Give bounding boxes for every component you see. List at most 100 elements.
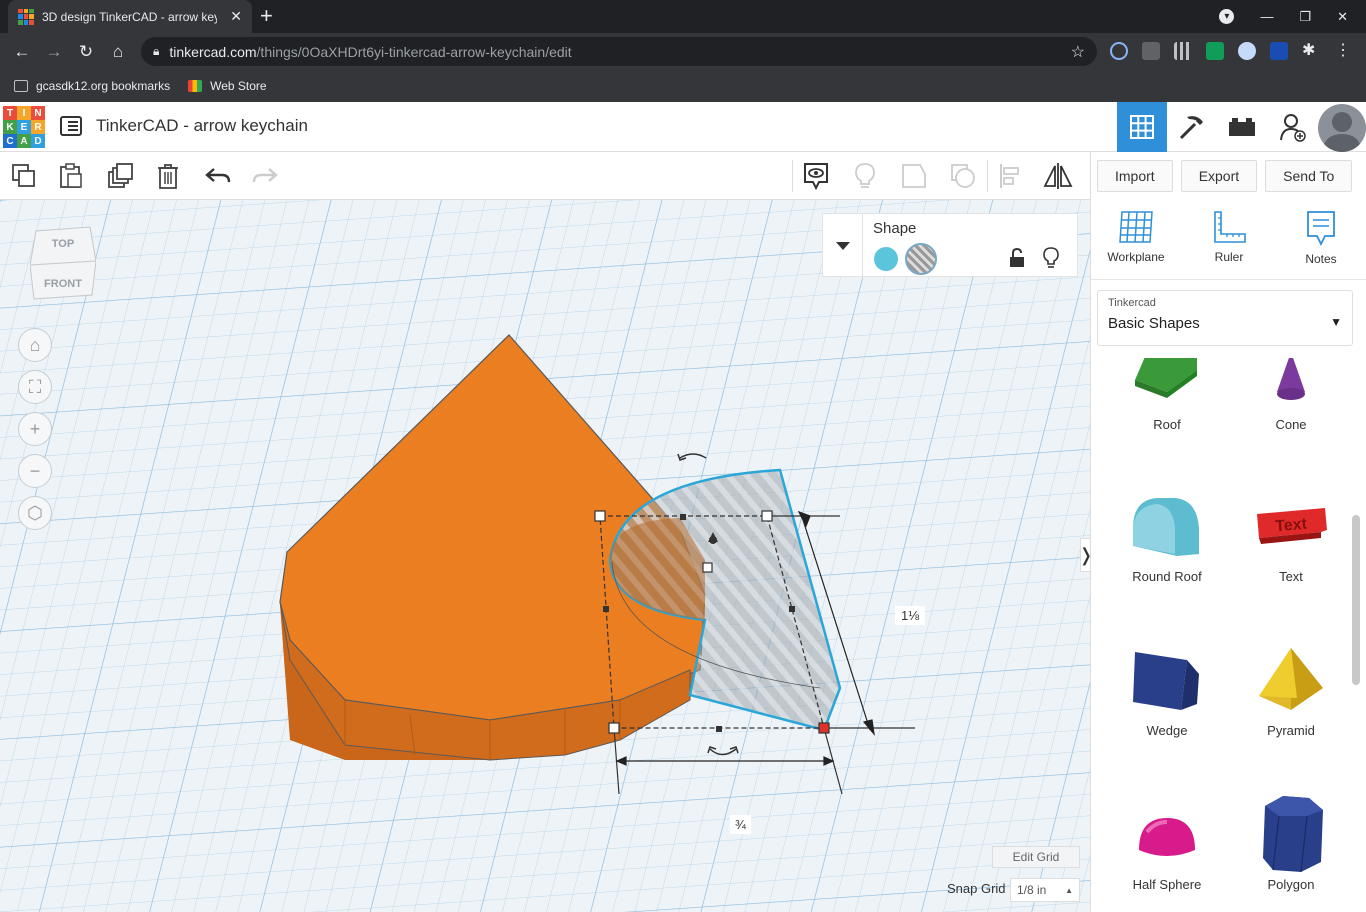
extension-icon[interactable] xyxy=(1110,42,1128,60)
shape-pyramid[interactable]: Pyramid xyxy=(1229,648,1353,738)
send-to-button[interactable]: Send To xyxy=(1265,160,1353,192)
height-dimension-label[interactable]: 1⅛ xyxy=(895,606,926,625)
minimize-icon[interactable]: — xyxy=(1260,9,1273,24)
address-bar[interactable]: 🔒︎ tinkercad.com/things/0OaXHDrt6yi-tink… xyxy=(141,37,1097,66)
text-shape-lettering: Text xyxy=(1275,516,1309,536)
shape-label: Text xyxy=(1279,569,1303,584)
bookmark-star-icon[interactable]: ☆ xyxy=(1071,42,1085,62)
shape-gallery: Roof Cone Round Roof Text Text Wedge Pyr… xyxy=(1091,358,1353,912)
3d-view-grid-icon[interactable] xyxy=(1117,102,1167,152)
lightbulb-icon[interactable] xyxy=(850,161,880,191)
viewcube-top-label: TOP xyxy=(52,238,74,250)
width-dimension-label[interactable]: ¾ xyxy=(730,815,751,834)
panel-scrollbar[interactable] xyxy=(1352,515,1360,685)
roof-shape-icon xyxy=(1135,358,1197,398)
forward-icon[interactable]: → xyxy=(38,42,70,62)
duplicate-icon[interactable] xyxy=(105,161,135,191)
workplane-grid xyxy=(0,200,1090,912)
cloud-icon[interactable] xyxy=(1238,42,1256,60)
hole-button[interactable] xyxy=(905,243,937,275)
bricks-icon[interactable] xyxy=(1217,102,1267,152)
reload-icon[interactable]: ↻ xyxy=(70,42,102,62)
extension-icon[interactable] xyxy=(1206,42,1224,60)
shape-half-sphere[interactable]: Half Sphere xyxy=(1105,802,1229,892)
tab-title: 3D design TinkerCAD - arrow keychain | T… xyxy=(42,9,217,24)
round-roof-shape-icon xyxy=(1133,498,1199,556)
view-cube[interactable]: TOP FRONT xyxy=(29,225,97,301)
lock-icon[interactable] xyxy=(1009,247,1025,273)
shape-label: Half Sphere xyxy=(1132,877,1202,892)
browser-toolbar: ← → ↻ ⌂ 🔒︎ tinkercad.com/things/0OaXHDrt… xyxy=(0,33,1366,70)
align-icon[interactable] xyxy=(996,161,1026,191)
zoom-out-icon[interactable]: − xyxy=(18,454,52,488)
copy-icon[interactable] xyxy=(9,161,39,191)
extension-icon[interactable] xyxy=(1270,42,1288,60)
mirror-icon[interactable] xyxy=(1043,161,1073,191)
redo-icon[interactable] xyxy=(250,161,280,191)
shape-library-select[interactable]: Tinkercad Basic Shapes ▼ xyxy=(1097,290,1353,346)
browser-tab-bar: 3D design TinkerCAD - arrow keychain | T… xyxy=(0,0,1366,33)
import-button[interactable]: Import xyxy=(1097,160,1173,192)
zoom-in-icon[interactable]: + xyxy=(18,412,52,446)
solid-color-button[interactable] xyxy=(874,247,898,271)
shape-round-roof[interactable]: Round Roof xyxy=(1105,494,1229,584)
edit-grid-button[interactable]: Edit Grid xyxy=(992,846,1080,868)
shape-label: Wedge xyxy=(1146,723,1188,738)
snap-grid-value: 1/8 in xyxy=(1017,883,1047,897)
bookmark-folder[interactable]: gcasdk12.org bookmarks xyxy=(14,79,170,93)
web-store-icon xyxy=(188,80,203,92)
shape-label: Round Roof xyxy=(1132,569,1202,584)
library-category: Tinkercad xyxy=(1108,297,1156,309)
bookmark-web-store[interactable]: Web Store xyxy=(188,79,267,93)
show-all-notes-icon[interactable] xyxy=(801,161,831,191)
ungroup-icon[interactable] xyxy=(948,161,978,191)
extension-icon[interactable] xyxy=(1142,42,1160,60)
workplane-tool[interactable]: Workplane xyxy=(1101,210,1171,264)
tinkercad-logo[interactable]: T I N K E R C A D xyxy=(3,106,45,148)
close-tab-icon[interactable]: ✕ xyxy=(230,8,242,25)
group-icon[interactable] xyxy=(899,161,929,191)
undo-icon[interactable] xyxy=(203,161,233,191)
shape-wedge[interactable]: Wedge xyxy=(1105,648,1229,738)
more-menu-icon[interactable]: ⋮ xyxy=(1334,42,1352,60)
edit-toolbar xyxy=(0,152,1090,200)
tool-label: Ruler xyxy=(1214,250,1244,264)
back-icon[interactable]: ← xyxy=(6,42,38,62)
puzzle-icon[interactable]: ✱ xyxy=(1302,42,1320,60)
avatar[interactable] xyxy=(1318,104,1366,152)
delete-icon[interactable] xyxy=(153,161,183,191)
notes-tool[interactable]: Notes xyxy=(1286,210,1356,266)
browser-tab[interactable]: 3D design TinkerCAD - arrow keychain | T… xyxy=(8,0,252,33)
stepper-icon: ▲ xyxy=(1065,885,1073,895)
design-menu-icon[interactable] xyxy=(60,116,82,136)
ruler-tool[interactable]: Ruler xyxy=(1194,210,1264,264)
new-tab-button[interactable]: + xyxy=(260,4,273,28)
qr-code-icon[interactable] xyxy=(1174,42,1192,60)
view-switcher xyxy=(1117,102,1267,152)
paste-icon[interactable] xyxy=(56,161,86,191)
restore-icon[interactable]: ❐ xyxy=(1299,9,1311,25)
tools-bar: Workplane Ruler Notes xyxy=(1091,200,1366,280)
shape-cone[interactable]: Cone xyxy=(1229,358,1353,436)
inspector-collapse-icon[interactable] xyxy=(823,214,863,278)
add-user-icon[interactable] xyxy=(1268,102,1318,152)
shape-polygon[interactable]: Polygon xyxy=(1229,796,1353,892)
perspective-cube-icon[interactable]: ⬡ xyxy=(18,496,52,530)
shape-text[interactable]: Text Text xyxy=(1229,494,1353,584)
fit-view-icon[interactable]: ⛶ xyxy=(18,370,52,404)
close-window-icon[interactable]: ✕ xyxy=(1337,9,1348,25)
wedge-shape-icon xyxy=(1133,652,1199,710)
blocks-pickaxe-icon[interactable] xyxy=(1167,102,1217,152)
lightbulb-icon[interactable] xyxy=(1043,247,1059,274)
home-icon[interactable]: ⌂ xyxy=(102,42,134,62)
home-view-icon[interactable]: ⌂ xyxy=(18,328,52,362)
shape-roof[interactable]: Roof xyxy=(1105,358,1229,436)
lock-icon[interactable]: 🔒︎ xyxy=(153,44,159,59)
snap-grid-select[interactable]: 1/8 in ▲ xyxy=(1010,878,1080,902)
profile-dropdown-icon[interactable]: ▾ xyxy=(1219,9,1235,24)
3d-workplane[interactable]: TOP FRONT ⌂ ⛶ + − ⬡ Shape 1⅛ ¾ Edit Grid… xyxy=(0,200,1090,912)
shape-label: Pyramid xyxy=(1267,723,1315,738)
text-shape-icon: Text xyxy=(1257,508,1327,544)
design-title[interactable]: TinkerCAD - arrow keychain xyxy=(96,116,308,136)
export-button[interactable]: Export xyxy=(1180,160,1258,192)
